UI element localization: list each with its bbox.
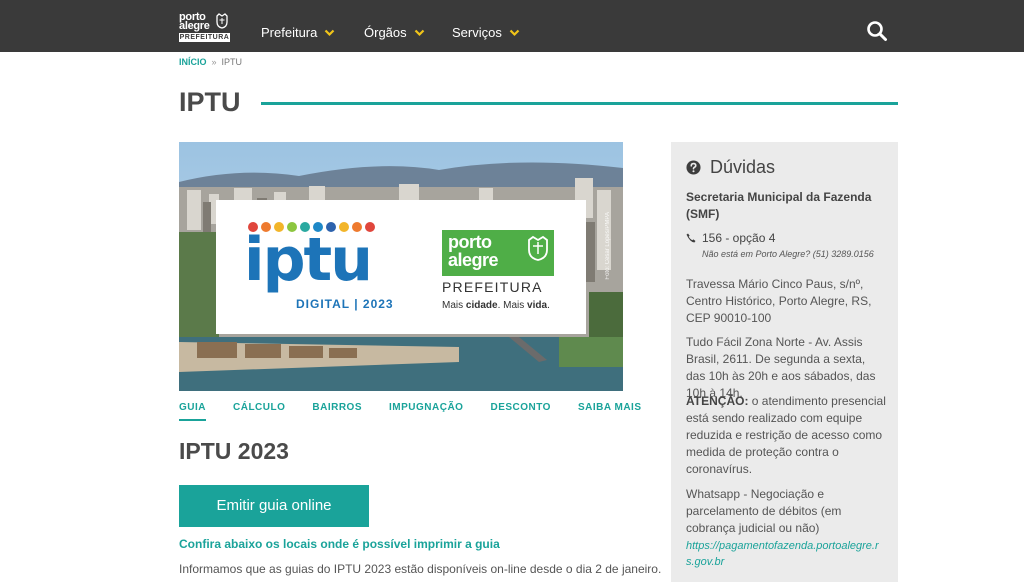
pagamento-fazenda-link[interactable]: https://pagamentofazenda.portoalegre.rs.… — [686, 538, 886, 570]
address-text: Travessa Mário Cinco Paus, s/nº, Centro … — [686, 277, 872, 325]
breadcrumb-current: IPTU — [221, 57, 243, 67]
logo-word-alegre: alegre — [179, 20, 210, 32]
breadcrumb: INÍCIO » IPTU — [179, 56, 242, 68]
tudo-facil-text: Tudo Fácil Zona Norte - Av. Assis Brasil… — [686, 335, 876, 400]
phone-note: Não está em Porto Alegre? (51) 3289.0156 — [702, 249, 874, 259]
tab-impugnacao[interactable]: IMPUGNAÇÃO — [389, 401, 463, 421]
breadcrumb-separator: » — [211, 57, 217, 67]
nav-prefeitura-label: Prefeitura — [261, 25, 318, 40]
nav-orgaos[interactable]: Órgãos — [364, 24, 425, 42]
print-locations-link[interactable]: Confira abaixo os locais onde é possível… — [179, 536, 500, 552]
chevron-down-icon — [509, 29, 520, 37]
city-crest-icon — [216, 13, 228, 29]
nav-prefeitura[interactable]: Prefeitura — [261, 24, 335, 42]
breadcrumb-home-link[interactable]: INÍCIO — [179, 56, 207, 68]
nav-servicos-label: Serviços — [452, 25, 502, 40]
sidebar-heading: Dúvidas — [686, 156, 775, 178]
tab-bairros[interactable]: BAIRROS — [312, 401, 362, 421]
iptu-digital-card: iptu DIGITAL | 2023 porto alegre PREFEIT… — [216, 200, 586, 334]
title-divider — [261, 102, 898, 105]
section-title: IPTU 2023 — [179, 438, 289, 464]
info-paragraph: Informamos que as guias do IPTU 2023 est… — [179, 562, 662, 576]
atencao-text: ATENÇÃO: o atendimento presencial está s… — [686, 394, 886, 476]
nav-orgaos-label: Órgãos — [364, 25, 407, 40]
secretaria-name: Secretaria Municipal da Fazenda (SMF) — [686, 190, 872, 221]
logo-word-prefeitura: PREFEITURA — [179, 33, 230, 42]
emit-guia-button[interactable]: Emitir guia online — [179, 485, 369, 527]
question-circle-icon — [686, 159, 701, 175]
iptu-digital-year: DIGITAL | 2023 — [296, 297, 394, 311]
iptu-wordmark: iptu — [244, 225, 373, 295]
prefeitura-logo[interactable]: porto alegre PREFEITURA — [179, 12, 231, 42]
search-icon[interactable] — [866, 20, 888, 42]
chevron-down-icon — [325, 29, 335, 37]
iptu-digital-banner: iptu DIGITAL | 2023 porto alegre PREFEIT… — [179, 142, 623, 391]
nav-servicos[interactable]: Serviços — [452, 24, 520, 42]
tab-saiba-mais[interactable]: SAIBA MAIS — [578, 401, 642, 421]
phone-number[interactable]: 156 - opção 4 — [702, 230, 775, 246]
phone-icon — [686, 233, 696, 243]
badge-prefeitura-text: PREFEITURA — [442, 279, 543, 295]
badge-word-alegre: alegre — [448, 250, 499, 270]
tab-guia[interactable]: GUIA — [179, 401, 206, 421]
phone-line: 156 - opção 4 — [686, 230, 775, 246]
tab-desconto[interactable]: DESCONTO — [490, 401, 551, 421]
photo-credit: Foto: Cesar Lopes/PMPA — [605, 212, 611, 280]
page-title: IPTU — [179, 87, 241, 117]
whatsapp-text: Whatsapp - Negociação e parcelamento de … — [686, 487, 842, 535]
top-navigation-bar: porto alegre PREFEITURA Prefeitura Órgão… — [0, 0, 1024, 52]
city-crest-icon — [528, 235, 548, 261]
chevron-down-icon — [414, 29, 424, 37]
porto-alegre-badge: porto alegre — [442, 230, 554, 276]
tab-calculo[interactable]: CÁLCULO — [233, 401, 285, 421]
iptu-tabs: GUIA CÁLCULO BAIRROS IMPUGNAÇÃO DESCONTO… — [179, 401, 669, 421]
duvidas-sidebar: Dúvidas Secretaria Municipal da Fazenda … — [671, 142, 898, 582]
sidebar-heading-text: Dúvidas — [710, 157, 776, 177]
slogan-text: Mais cidade. Mais vida. — [442, 300, 550, 311]
